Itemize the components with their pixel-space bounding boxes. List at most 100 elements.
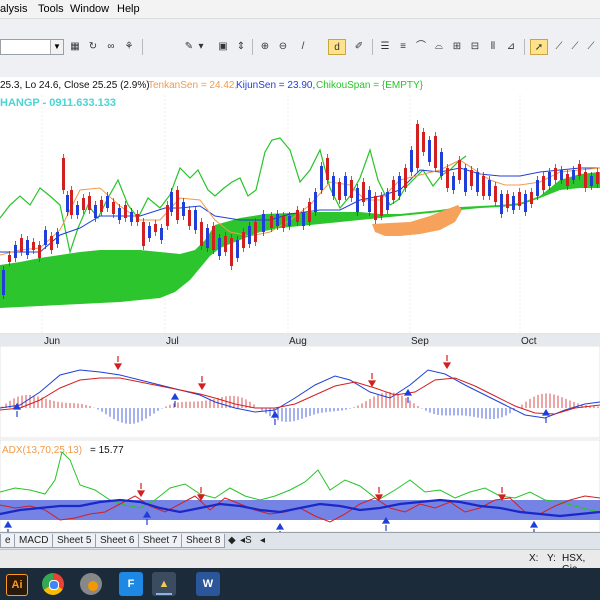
menu-help[interactable]: Help <box>117 3 140 15</box>
cursor-icon[interactable]: ➚ <box>530 39 548 55</box>
candle-body <box>136 214 139 222</box>
grid-icon[interactable]: ⌓ <box>430 39 448 55</box>
sheet-tab-7[interactable]: Sheet 7 <box>138 534 183 548</box>
candle-body <box>148 226 151 238</box>
candle-body <box>100 200 103 212</box>
candle-body <box>160 228 163 240</box>
candle-body <box>500 194 503 214</box>
candle-body <box>506 194 509 208</box>
candle-body <box>242 232 245 248</box>
candle-body <box>362 182 365 202</box>
candle-body <box>326 158 329 180</box>
candle-body <box>44 230 47 245</box>
arc-icon[interactable]: ⌒ <box>412 39 430 55</box>
candle-body <box>20 238 23 252</box>
candle-body <box>398 176 401 196</box>
candle-body <box>350 180 353 198</box>
chevron-down-icon[interactable]: ▼ <box>50 40 63 54</box>
word-icon[interactable]: W <box>196 572 220 596</box>
illustrator-icon[interactable]: Ai <box>6 574 28 596</box>
sheet-tab-6[interactable]: Sheet 6 <box>95 534 140 548</box>
chart-style-icon[interactable]: ⚘ <box>120 39 138 55</box>
candle-body <box>142 222 145 246</box>
candle-body <box>548 172 551 186</box>
chikou-label: ChikouSpan = {EMPTY} <box>316 80 424 91</box>
candle-body <box>458 160 461 180</box>
status-bar: X: Y: HSX, Gia <box>0 549 600 575</box>
menu-tools[interactable]: Tools <box>38 3 64 15</box>
candle-body <box>194 210 197 230</box>
month-label: Jul <box>166 336 179 347</box>
candle-body <box>50 236 53 250</box>
sheet-tab-8[interactable]: Sheet 8 <box>181 534 226 548</box>
toolbar-separator <box>372 39 373 55</box>
candle-body <box>288 216 291 226</box>
menu-analysis[interactable]: alysis <box>0 3 28 15</box>
candle-body <box>118 208 121 220</box>
candle-body <box>212 226 215 250</box>
sheet-tab-macd[interactable]: MACD <box>14 534 54 548</box>
toolbar: ▼ ▦ ↻ ∞ ⚘ ✎ ▾ ▣ ⇕ ⊕ ⊖ / d ✐ ☰ ≡ ⌒ ⌓ ⊞ ⊟ … <box>0 19 600 78</box>
triangle-icon[interactable]: ⊿ <box>502 39 520 55</box>
candle-body <box>392 180 395 200</box>
candle-body <box>584 172 587 188</box>
sheet-tab-5[interactable]: Sheet 5 <box>52 534 97 548</box>
chrome-profile-icon[interactable] <box>80 573 102 595</box>
candle-body <box>368 190 371 212</box>
italic-icon[interactable]: / <box>294 39 312 55</box>
candle-body <box>554 168 557 180</box>
sheet-nav-left[interactable]: ◂ <box>256 534 269 547</box>
candle-body <box>88 196 91 210</box>
chevron-down-icon[interactable]: ▾ <box>196 39 206 55</box>
candle-body <box>106 196 109 208</box>
candle-body <box>518 192 521 206</box>
symbol-combo[interactable]: ▼ <box>0 39 64 55</box>
candle-body <box>94 205 97 218</box>
draw-line-icon[interactable]: d <box>328 39 346 55</box>
sheet-nav-prev[interactable]: ◂S <box>236 534 256 547</box>
candle-body <box>282 216 285 228</box>
chart-area[interactable]: Jun Jul Aug Sep Oct 25.3, Lo 24.6, Close… <box>0 77 600 533</box>
chart-svg[interactable]: Jun Jul Aug Sep Oct 25.3, Lo 24.6, Close… <box>0 77 600 533</box>
candle-body <box>130 212 133 222</box>
candle-body <box>224 236 227 252</box>
month-label: Sep <box>411 336 429 347</box>
refresh-icon[interactable]: ↻ <box>84 39 102 55</box>
amibroker-icon[interactable]: ▲ <box>152 572 176 596</box>
zoom-icon[interactable]: ▣ <box>214 39 232 55</box>
indicator-icon[interactable]: ⊟ <box>466 39 484 55</box>
grid-icon[interactable]: ⊞ <box>448 39 466 55</box>
tenkan-label: TenkanSen = 24.42, <box>148 80 237 91</box>
horizontal-lines-icon[interactable]: ≡ <box>394 39 412 55</box>
diagonal2-icon[interactable]: ⟋ <box>582 39 600 55</box>
candle-body <box>38 245 41 258</box>
toolbar-separator <box>524 39 525 55</box>
bars-icon[interactable]: ⦀ <box>484 39 502 55</box>
candle-body <box>230 238 233 266</box>
candle-body <box>206 228 209 248</box>
candle-body <box>416 124 419 168</box>
foxit-icon[interactable]: F <box>119 572 143 596</box>
candle-body <box>26 240 29 255</box>
sheet-tab-bar: e MACD Sheet 5 Sheet 6 Sheet 7 Sheet 8 ◆… <box>0 532 600 549</box>
candle-body <box>70 190 73 215</box>
bar-style-icon[interactable]: ✐ <box>350 39 368 55</box>
chrome-icon[interactable] <box>42 573 64 595</box>
scroll-icon[interactable]: ⇕ <box>232 39 250 55</box>
candle-body <box>182 202 185 216</box>
status-x: X: <box>529 553 539 564</box>
money-icon[interactable]: ▦ <box>66 39 84 55</box>
zoom-out-icon[interactable]: ⊖ <box>274 39 292 55</box>
candle-body <box>434 136 437 168</box>
candle-body <box>440 152 443 176</box>
candle-body <box>236 240 239 258</box>
candle-body <box>112 202 115 214</box>
list-icon[interactable]: ☰ <box>376 39 394 55</box>
candle-body <box>524 194 527 212</box>
candle-body <box>470 170 473 186</box>
zoom-fit-icon[interactable]: ⊕ <box>256 39 274 55</box>
eyeglasses-icon[interactable]: ∞ <box>102 39 120 55</box>
menu-window[interactable]: Window <box>70 3 109 15</box>
candle-body <box>296 210 299 222</box>
candle-body <box>536 180 539 196</box>
